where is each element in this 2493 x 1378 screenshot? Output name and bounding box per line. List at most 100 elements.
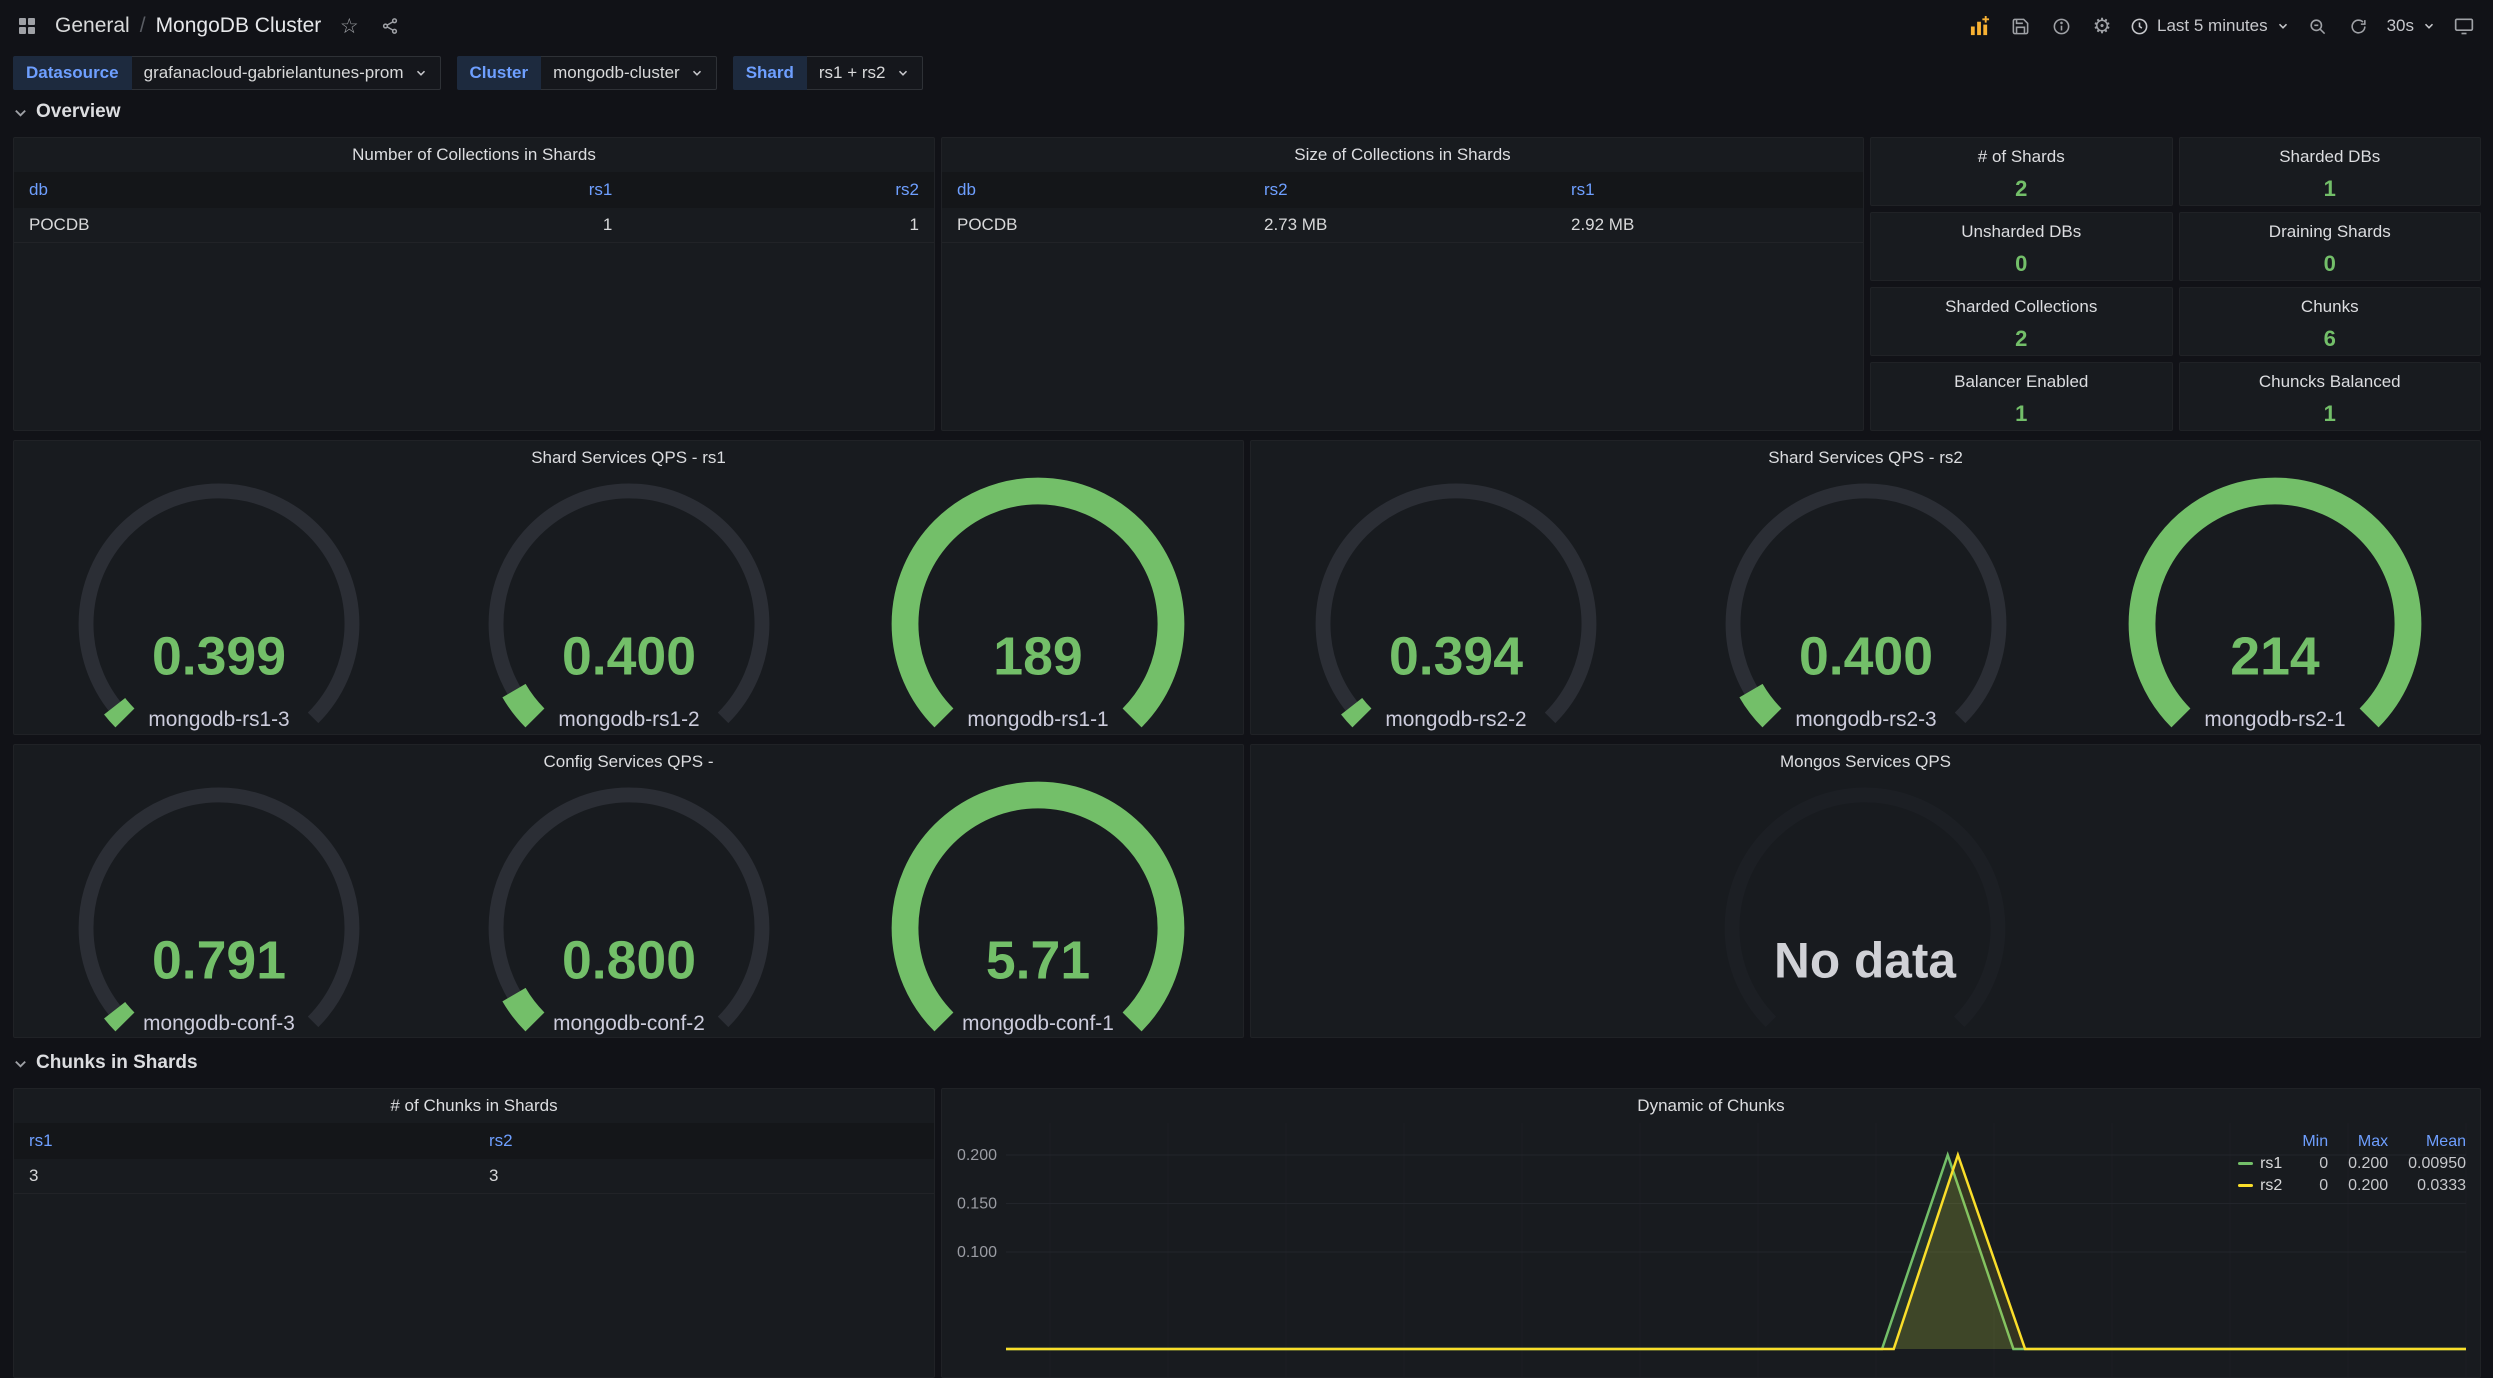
table-row: 33 (14, 1159, 934, 1193)
section-title: Overview (36, 101, 121, 123)
table-cell: 3 (14, 1159, 474, 1193)
gauge-value: 189 (993, 626, 1082, 686)
legend-item-rs2[interactable]: rs2 (2238, 1175, 2282, 1197)
chevron-down-icon (690, 66, 704, 80)
stat-panel-draining-shards: Draining Shards 0 (2179, 212, 2482, 281)
row-header-chunks-in-shards[interactable]: Chunks in Shards (13, 1052, 198, 1074)
stat-value: 1 (2015, 401, 2027, 427)
column-header-rs1[interactable]: rs1 (1556, 172, 1863, 208)
stat-value: 1 (2324, 176, 2336, 202)
gauge: 0.791 mongodb-conf-3 (15, 779, 423, 1038)
save-dashboard-icon[interactable] (2007, 13, 2033, 39)
gauge: 214 mongodb-rs2-1 (2071, 475, 2479, 734)
top-navigation-bar: General / MongoDB Cluster ☆ ⚙ Last 5 min… (0, 0, 2493, 52)
dashboard-settings-gear-icon[interactable]: ⚙ (2089, 13, 2115, 39)
breadcrumb-separator: / (140, 14, 146, 38)
stat-panel-sharded-collections: Sharded Collections 2 (1870, 287, 2173, 356)
stat-title: Chuncks Balanced (2259, 372, 2401, 392)
panel-config-services-qps: Config Services QPS - 0.791 mongodb-conf… (13, 744, 1244, 1038)
series-color-swatch (2238, 1162, 2253, 1165)
column-header-rs2[interactable]: rs2 (474, 1123, 934, 1159)
variable-datasource: Datasource grafanacloud-gabrielantunes-p… (13, 56, 441, 90)
add-panel-button[interactable] (1966, 13, 1992, 39)
gauge: 0.800 mongodb-conf-2 (425, 779, 833, 1038)
panel-title[interactable]: Mongos Services QPS (1251, 745, 2480, 779)
column-header-rs2[interactable]: rs2 (1249, 172, 1556, 208)
column-header-rs1[interactable]: rs1 (321, 172, 628, 208)
time-range-picker[interactable]: Last 5 minutes (2130, 16, 2290, 36)
variable-value-dropdown[interactable]: rs1 + rs2 (807, 56, 923, 90)
gauge-label: mongodb-rs1-1 (968, 708, 1109, 731)
clock-icon (2130, 17, 2149, 36)
tv-mode-icon[interactable] (2451, 13, 2477, 39)
legend-column-mean[interactable]: Mean (2388, 1131, 2466, 1153)
breadcrumb-folder[interactable]: General (55, 14, 130, 38)
stat-title: Balancer Enabled (1954, 372, 2088, 392)
stat-title: Chunks (2301, 297, 2359, 317)
share-dashboard-button[interactable] (377, 13, 403, 39)
row-header-overview[interactable]: Overview (13, 101, 121, 123)
stat-value: 0 (2015, 251, 2027, 277)
gauge-mongodb-conf-1: 5.71 mongodb-conf-1 (833, 779, 1243, 1038)
chevron-down-icon (13, 105, 28, 120)
refresh-interval-dropdown[interactable]: 30s (2387, 16, 2436, 36)
panel-title[interactable]: Number of Collections in Shards (14, 138, 934, 172)
dashboards-grid-icon[interactable] (14, 13, 40, 39)
template-variables-row: Datasource grafanacloud-gabrielantunes-p… (13, 56, 923, 90)
refresh-interval-label: 30s (2387, 16, 2414, 36)
data-table: rs1rs2 33 (14, 1123, 934, 1194)
table-cell: 1 (321, 208, 628, 242)
chevron-down-icon (2422, 19, 2436, 33)
stat-panel-chunks: Chunks 6 (2179, 287, 2482, 356)
column-header-rs1[interactable]: rs1 (14, 1123, 474, 1159)
gauge: 0.394 mongodb-rs2-2 (1252, 475, 1660, 734)
stat-title: # of Shards (1978, 147, 2065, 167)
variable-cluster: Cluster mongodb-cluster (457, 56, 717, 90)
gauge-row: 0.394 mongodb-rs2-2 0.400 mongodb-rs2-3 … (1251, 475, 2480, 734)
variable-value-dropdown[interactable]: mongodb-cluster (541, 56, 717, 90)
panel-title[interactable]: Config Services QPS - (14, 745, 1243, 779)
legend-row: rs2 00.2000.0333 (2238, 1175, 2466, 1197)
column-header-db[interactable]: db (14, 172, 321, 208)
gauge-fill (513, 691, 534, 718)
legend-item-rs1[interactable]: rs1 (2238, 1153, 2282, 1175)
zoom-out-time-icon[interactable] (2305, 13, 2331, 39)
gauge-label: mongodb-conf-2 (553, 1012, 705, 1035)
stat-title: Draining Shards (2269, 222, 2391, 242)
panel-title[interactable]: Shard Services QPS - rs1 (14, 441, 1243, 475)
panel-shard-services-qps-rs2: Shard Services QPS - rs2 0.394 mongodb-r… (1250, 440, 2481, 735)
panel-title[interactable]: Size of Collections in Shards (942, 138, 1863, 172)
gauge: 0.400 mongodb-rs1-2 (425, 475, 833, 734)
table-cell: 1 (627, 208, 934, 242)
gauge-value: 0.400 (561, 626, 695, 686)
star-dashboard-button[interactable]: ☆ (336, 13, 362, 39)
series-color-swatch (2238, 1184, 2253, 1187)
panel-size-of-collections-in-shards: Size of Collections in Shards dbrs2rs1 P… (941, 137, 1864, 431)
panel-title[interactable]: Shard Services QPS - rs2 (1251, 441, 2480, 475)
column-header-db[interactable]: db (942, 172, 1249, 208)
refresh-icon[interactable] (2346, 13, 2372, 39)
gauge-value: 0.800 (561, 930, 695, 990)
panel-title[interactable]: Dynamic of Chunks (942, 1089, 2480, 1123)
chevron-down-icon (2276, 19, 2290, 33)
legend-column-max[interactable]: Max (2328, 1131, 2388, 1153)
time-range-label: Last 5 minutes (2157, 16, 2268, 36)
gauge-mongodb-rs2-3: 0.400 mongodb-rs2-3 (1661, 475, 2071, 734)
variable-value-dropdown[interactable]: grafanacloud-gabrielantunes-prom (132, 56, 441, 90)
breadcrumb-dashboard-title[interactable]: MongoDB Cluster (156, 14, 322, 38)
gauge-label: mongodb-conf-1 (962, 1012, 1114, 1035)
table-row: POCDB2.73 MB2.92 MB (942, 208, 1863, 242)
gauge-mongodb-rs2-1: 214 mongodb-rs2-1 (2070, 475, 2480, 734)
dashboard-insights-icon[interactable] (2048, 13, 2074, 39)
no-data-area: No data (1251, 779, 2480, 1038)
legend-column-min[interactable]: Min (2282, 1131, 2328, 1153)
gauge: 0.399 mongodb-rs1-3 (15, 475, 423, 734)
panel-title[interactable]: # of Chunks in Shards (14, 1089, 934, 1123)
stat-panels-grid: # of Shards 2 Sharded DBs 1 Unsharded DB… (1870, 137, 2481, 431)
variable-label: Datasource (13, 56, 132, 90)
gauge-fill (513, 995, 534, 1022)
gauge-label: mongodb-rs2-3 (1795, 708, 1936, 731)
gauge: 0.400 mongodb-rs2-3 (1662, 475, 2070, 734)
y-axis-tick: 0.150 (957, 1196, 997, 1213)
column-header-rs2[interactable]: rs2 (627, 172, 934, 208)
